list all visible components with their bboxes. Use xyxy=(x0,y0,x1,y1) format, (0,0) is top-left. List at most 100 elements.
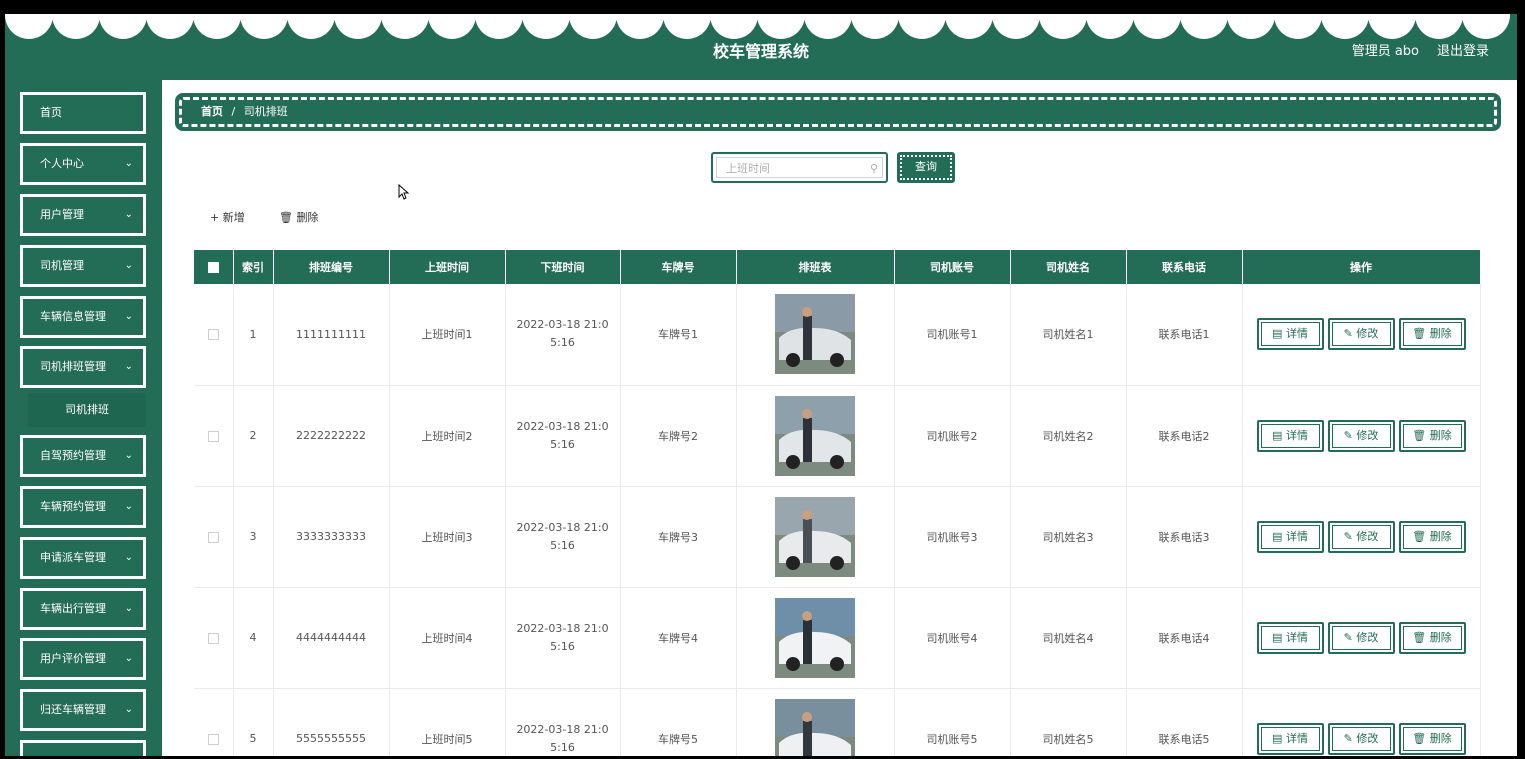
detail-button[interactable]: ▤ 详情 xyxy=(1256,318,1324,351)
trash-icon: 🗑 xyxy=(1412,630,1427,644)
schedule-photo xyxy=(775,395,855,476)
chevron-down-icon: ⌄ xyxy=(124,653,133,664)
schedule-image-cell xyxy=(736,385,895,487)
sidebar-item-vehicle-trips[interactable]: 车辆出行管理 ⌄ xyxy=(20,588,146,630)
driver-name-cell: 司机姓名3 xyxy=(1010,486,1127,588)
sidebar-item-label: 司机排班管理 xyxy=(40,360,106,373)
column-header: 下班时间 xyxy=(505,250,621,284)
sidebar-item-dispatch-request[interactable]: 申请派车管理 ⌄ xyxy=(20,537,146,579)
detail-button[interactable]: ▤ 详情 xyxy=(1256,722,1324,755)
end-time-cell: 2022-03-18 21:05:16 xyxy=(505,284,621,386)
driver-name-cell: 司机姓名1 xyxy=(1010,284,1127,386)
detail-label: 详情 xyxy=(1285,327,1308,341)
sidebar-item-vehicle-info[interactable]: 车辆信息管理 ⌄ xyxy=(20,296,146,338)
add-button[interactable]: + 新增 xyxy=(210,209,245,225)
document-icon: ▤ xyxy=(1272,428,1283,442)
submenu-item-driver-schedule[interactable]: 司机排班 xyxy=(28,393,146,427)
detail-button[interactable]: ▤ 详情 xyxy=(1256,520,1324,553)
sidebar-item-label: 车辆出行管理 xyxy=(40,602,106,615)
sidebar-item-more[interactable] xyxy=(20,740,146,756)
detail-label: 详情 xyxy=(1285,731,1308,745)
row-checkbox[interactable] xyxy=(207,329,219,341)
schedule-photo xyxy=(775,496,855,577)
sidebar-item-driver-management[interactable]: 司机管理 ⌄ xyxy=(20,245,146,287)
plate-cell: 车牌号4 xyxy=(620,587,737,689)
table-row: 2 2222222222 上班时间2 2022-03-18 21:05:16 车牌号2 司… xyxy=(194,385,1481,487)
sidebar-item-label: 自驾预约管理 xyxy=(40,449,106,462)
plus-icon: + xyxy=(210,211,220,224)
breadcrumb-home[interactable]: 首页 xyxy=(201,105,223,118)
document-icon: ▤ xyxy=(1272,529,1283,543)
column-header: 司机姓名 xyxy=(1010,250,1127,284)
sidebar-item-user-reviews[interactable]: 用户评价管理 ⌄ xyxy=(20,638,146,680)
sidebar-item-vehicle-booking[interactable]: 车辆预约管理 ⌄ xyxy=(20,486,146,528)
edit-button[interactable]: ✎ 修改 xyxy=(1327,419,1395,452)
row-checkbox[interactable] xyxy=(207,632,219,644)
end-time-cell: 2022-03-18 21:05:16 xyxy=(505,385,621,487)
delete-button[interactable]: 🗑 删除 xyxy=(1398,621,1466,654)
detail-button[interactable]: ▤ 详情 xyxy=(1256,621,1324,654)
phone-cell: 联系电话1 xyxy=(1126,284,1243,386)
schedule-image-cell xyxy=(736,587,895,689)
delete-button[interactable]: 🗑 删除 xyxy=(1398,520,1466,553)
start-time-cell: 上班时间4 xyxy=(389,587,506,689)
edit-button[interactable]: ✎ 修改 xyxy=(1327,722,1395,755)
end-time-text: 2022-03-18 21:05:16 xyxy=(516,318,609,350)
actions-cell: ▤ 详情 ✎ 修改 🗑 删除 xyxy=(1242,385,1481,487)
delete-button[interactable]: 🗑 删除 xyxy=(1398,722,1466,755)
sidebar-item-personal-center[interactable]: 个人中心 ⌄ xyxy=(20,143,146,185)
pencil-icon: ✎ xyxy=(1343,327,1353,341)
column-header: 索引 xyxy=(233,250,274,284)
logout-link[interactable]: 退出登录 xyxy=(1437,40,1489,59)
driver-name-cell: 司机姓名2 xyxy=(1010,385,1127,487)
pencil-icon: ✎ xyxy=(1343,731,1353,745)
schedule-table: 索引 排班编号 上班时间 下班时间 车牌号 排班表 司机账号 司机姓名 联系电话… xyxy=(194,250,1481,756)
search-button[interactable]: 查询 xyxy=(897,152,955,183)
delete-label: 删除 xyxy=(1429,529,1452,543)
batch-delete-button[interactable]: 🗑 删除 xyxy=(279,209,318,225)
sidebar-item-label: 申请派车管理 xyxy=(40,551,106,564)
end-time-text: 2022-03-18 21:05:16 xyxy=(516,419,609,451)
index-cell: 1 xyxy=(233,284,274,386)
sidebar-item-home[interactable]: 首页 xyxy=(20,92,146,134)
delete-button-label: 删除 xyxy=(296,211,319,224)
sidebar-item-label: 归还车辆管理 xyxy=(40,703,106,716)
row-checkbox[interactable] xyxy=(207,430,219,442)
app-window: 校车管理系统 管理员 abo 退出登录 首页 个人中心 ⌄ 用户管理 ⌄ 司机管理 ⌄… xyxy=(5,14,1517,756)
select-all-checkbox[interactable] xyxy=(207,262,219,273)
sidebar-item-vehicle-return[interactable]: 归还车辆管理 ⌄ xyxy=(20,689,146,731)
edit-button[interactable]: ✎ 修改 xyxy=(1327,520,1395,553)
account-cell: 司机账号4 xyxy=(894,587,1011,689)
trash-icon: 🗑 xyxy=(1412,731,1427,745)
sidebar-item-self-drive-booking[interactable]: 自驾预约管理 ⌄ xyxy=(20,435,146,477)
chevron-down-icon: ⌄ xyxy=(124,450,133,461)
breadcrumb: 首页 / 司机排班 xyxy=(175,93,1501,131)
pencil-icon: ✎ xyxy=(1343,428,1353,442)
edit-button[interactable]: ✎ 修改 xyxy=(1327,621,1395,654)
breadcrumb-separator: / xyxy=(231,105,236,118)
search-input[interactable]: 上班时间 ⚲ xyxy=(711,152,888,183)
delete-label: 删除 xyxy=(1429,428,1452,442)
select-all-cell xyxy=(194,250,234,284)
delete-button[interactable]: 🗑 删除 xyxy=(1398,318,1466,351)
code-cell: 2222222222 xyxy=(273,385,390,487)
row-checkbox[interactable] xyxy=(207,531,219,543)
row-checkbox[interactable] xyxy=(207,733,219,745)
driver-name-cell: 司机姓名5 xyxy=(1010,688,1127,756)
table-row: 4 4444444444 上班时间4 2022-03-18 21:05:16 车牌号4 司… xyxy=(194,587,1481,689)
table-row: 3 3333333333 上班时间3 2022-03-18 21:05:16 车牌号3 司… xyxy=(194,486,1481,588)
edit-button[interactable]: ✎ 修改 xyxy=(1327,318,1395,351)
trash-icon: 🗑 xyxy=(1412,529,1427,543)
sidebar-item-user-management[interactable]: 用户管理 ⌄ xyxy=(20,194,146,236)
sidebar-item-label: 司机管理 xyxy=(40,259,84,272)
document-icon: ▤ xyxy=(1272,327,1283,341)
delete-button[interactable]: 🗑 删除 xyxy=(1398,419,1466,452)
chevron-down-icon: ⌄ xyxy=(124,501,133,512)
column-header: 排班编号 xyxy=(273,250,390,284)
detail-button[interactable]: ▤ 详情 xyxy=(1256,419,1324,452)
sidebar-item-label: 车辆信息管理 xyxy=(40,310,106,323)
end-time-text: 2022-03-18 21:05:16 xyxy=(516,621,609,653)
detail-label: 详情 xyxy=(1285,428,1308,442)
search-button-label: 查询 xyxy=(900,155,952,180)
sidebar-item-driver-schedule[interactable]: 司机排班管理 ⌄ xyxy=(20,346,146,388)
